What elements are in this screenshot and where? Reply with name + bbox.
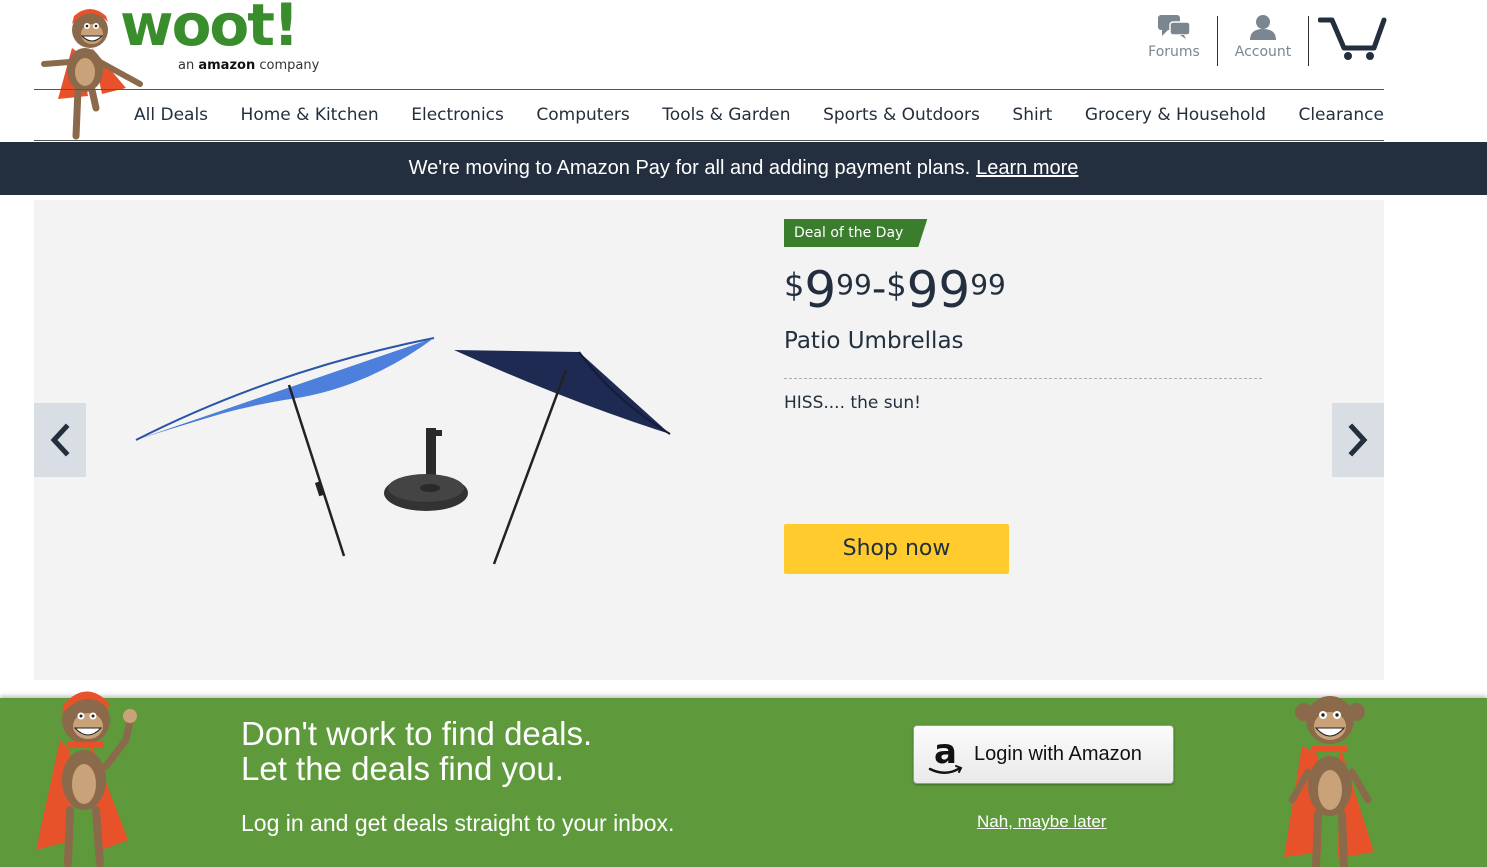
shop-now-button[interactable]: Shop now (784, 524, 1009, 574)
nav-item-home-kitchen[interactable]: Home & Kitchen (241, 105, 379, 125)
nav-item-electronics[interactable]: Electronics (411, 105, 504, 125)
price-high-dollars: 99 (906, 261, 971, 319)
price-low-dollars: 9 (804, 261, 837, 319)
waving-monkey-mascot-icon (36, 691, 137, 867)
deal-carousel: Deal of the Day $999-$9999 Patio Umbrell… (34, 200, 1384, 680)
site-header: woot! an amazon company Forums Account A… (0, 0, 1487, 142)
category-nav: All Deals Home & Kitchen Electronics Com… (118, 90, 1384, 140)
logo-tagline-prefix: an (178, 58, 195, 73)
announcement-banner: We're moving to Amazon Pay for all and a… (0, 142, 1487, 195)
nav-item-sports-outdoors[interactable]: Sports & Outdoors (823, 105, 980, 125)
carousel-next-button[interactable] (1332, 403, 1384, 477)
price-low-cents: 99 (836, 268, 872, 301)
price-high-cents: 99 (970, 268, 1006, 301)
woot-logo[interactable]: woot! an amazon company (120, 0, 320, 80)
deal-of-the-day-badge: Deal of the Day (784, 219, 927, 247)
maybe-later-link[interactable]: Nah, maybe later (977, 812, 1106, 832)
nav-item-clearance[interactable]: Clearance (1298, 105, 1383, 125)
price-high-currency: $ (886, 266, 907, 304)
logo-tagline: an amazon company (178, 58, 319, 73)
forums-label: Forums (1148, 44, 1200, 60)
account-link[interactable]: Account (1226, 12, 1300, 68)
header-divider (1217, 16, 1218, 66)
product-tagline: HISS.... the sun! (784, 393, 921, 413)
login-button-label: Login with Amazon (974, 743, 1142, 765)
nav-item-shirt[interactable]: Shirt (1012, 105, 1052, 125)
product-image[interactable] (134, 330, 674, 570)
promo-headline-line-2: Let the deals find you. (241, 750, 564, 787)
price-range: $999-$9999 (784, 260, 1006, 320)
promo-headline-line-1: Don't work to find deals. (241, 715, 593, 752)
divider (784, 378, 1262, 379)
nav-item-computers[interactable]: Computers (536, 105, 629, 125)
amazon-logo-icon: a (928, 733, 963, 774)
account-label: Account (1234, 44, 1292, 60)
email-signup-promo: Don't work to find deals. Let the deals … (0, 691, 1487, 867)
carousel-prev-button[interactable] (34, 403, 86, 477)
logo-tagline-suffix: company (259, 58, 320, 73)
nav-item-grocery-household[interactable]: Grocery & Household (1085, 105, 1266, 125)
chat-bubbles-icon (1158, 15, 1191, 39)
chevron-right-icon (1348, 423, 1368, 457)
nav-item-tools-garden[interactable]: Tools & Garden (662, 105, 790, 125)
standing-monkey-mascot-icon (1284, 696, 1374, 867)
logo-wordmark: woot! (120, 0, 299, 59)
svg-text:a: a (934, 733, 957, 772)
login-with-amazon-button[interactable]: a Login with Amazon (913, 725, 1174, 784)
price-low-currency: $ (784, 266, 805, 304)
promo-headline: Don't work to find deals. Let the deals … (241, 716, 592, 786)
nav-item-all-deals[interactable]: All Deals (134, 105, 208, 125)
banner-text: We're moving to Amazon Pay for all and a… (408, 157, 971, 179)
price-separator: - (871, 266, 887, 312)
logo-tagline-brand: amazon (198, 58, 256, 73)
forums-link[interactable]: Forums (1140, 12, 1208, 68)
header-divider (1308, 16, 1309, 66)
nav-rule (34, 140, 1384, 141)
chevron-left-icon (50, 423, 70, 457)
promo-subtext: Log in and get deals straight to your in… (241, 810, 675, 836)
banner-learn-more-link[interactable]: Learn more (976, 157, 1078, 179)
cart-icon[interactable] (1318, 14, 1388, 62)
user-icon (1250, 15, 1276, 40)
product-title[interactable]: Patio Umbrellas (784, 328, 964, 354)
